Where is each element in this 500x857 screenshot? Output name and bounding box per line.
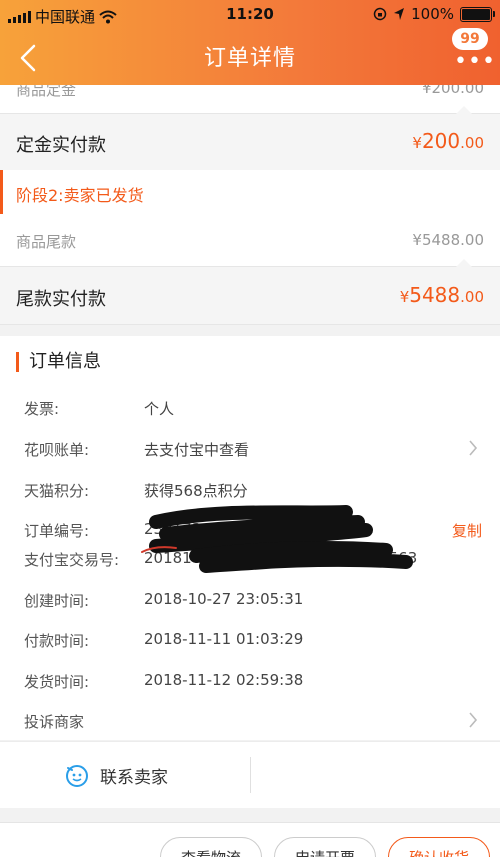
divider	[250, 757, 251, 793]
status-bar: 中国联通 11:20 100%	[0, 0, 500, 30]
confirm-receipt-button[interactable]: 确认收货	[388, 837, 490, 857]
notch-marker	[456, 259, 472, 267]
huabei-key: 花呗账单:	[24, 441, 90, 459]
info-row-created: 创建时间: 2018-10-27 23:05:31	[0, 580, 500, 620]
contact-seller-button[interactable]: 联系卖家	[64, 760, 168, 790]
apply-invoice-button[interactable]: 申请开票	[274, 837, 376, 857]
alipay-trade-key: 支付宝交易号:	[24, 551, 120, 569]
deposit-goods-row: 商品定金 ¥200.00	[0, 85, 500, 113]
message-badge[interactable]: 99	[452, 28, 488, 50]
status-right: 100%	[373, 5, 495, 23]
deposit-goods-label: 商品定金	[16, 85, 77, 99]
order-number-key: 订单编号:	[24, 522, 90, 540]
final-paid-row: 尾款实付款 ¥5488.00	[0, 259, 500, 325]
deposit-paid-dec: .00	[460, 134, 484, 152]
huabei-value: 去支付宝中查看	[144, 441, 250, 459]
final-paid-currency: ¥	[399, 288, 410, 306]
final-paid-dec: .00	[460, 288, 484, 306]
complain-key: 投诉商家	[24, 713, 85, 731]
created-value: 2018-10-27 23:05:31	[144, 590, 304, 608]
chat-face-icon	[66, 765, 88, 787]
paid-value: 2018-11-11 01:03:29	[144, 630, 304, 648]
paid-key: 付款时间:	[24, 632, 90, 650]
info-row-paid: 付款时间: 2018-11-11 01:03:29	[0, 620, 500, 660]
info-row-huabei[interactable]: 花呗账单: 去支付宝中查看	[0, 429, 500, 469]
shipped-value: 2018-11-12 02:59:38	[144, 671, 304, 689]
stage-2-header: 阶段2:卖家已发货	[0, 170, 500, 214]
created-key: 创建时间:	[24, 592, 90, 610]
deposit-paid-row: 定金实付款 ¥200.00	[0, 106, 500, 171]
page-title: 订单详情	[203, 46, 296, 71]
final-goods-label: 商品尾款	[16, 233, 77, 251]
points-key: 天猫积分:	[24, 482, 90, 500]
header: 中国联通 11:20 100% 订单详情 ••• 99	[0, 0, 500, 85]
info-row-points: 天猫积分: 获得568点积分	[0, 470, 500, 510]
invoice-key: 发票:	[24, 400, 60, 418]
contact-seller-label: 联系卖家	[100, 767, 168, 788]
final-goods-value: ¥5488.00	[412, 231, 484, 249]
order-info-card: 订单信息 发票: 个人 花呗账单: 去支付宝中查看 天猫积分: 获得568点积分…	[0, 336, 500, 740]
final-goods-row: 商品尾款 ¥5488.00	[0, 214, 500, 266]
final-paid-label: 尾款实付款	[16, 289, 106, 310]
alipay-trade-value: 2018102	[144, 549, 211, 567]
deposit-paid-currency: ¥	[412, 134, 422, 152]
deposit-paid-amount: ¥200.00	[412, 129, 484, 153]
nav-bar: 订单详情 ••• 99	[0, 28, 500, 85]
battery-icon	[460, 6, 495, 22]
deposit-paid-label: 定金实付款	[16, 135, 106, 156]
copy-button[interactable]: 复制	[452, 520, 482, 541]
deposit-paid-int: 200	[421, 129, 461, 153]
rotation-lock-icon	[373, 7, 387, 21]
shipped-key: 发货时间:	[24, 673, 90, 691]
order-number-value: 232173	[144, 520, 202, 538]
view-logistics-button[interactable]: 查看物流	[160, 837, 262, 857]
invoice-value: 个人	[144, 400, 175, 418]
points-value: 获得568点积分	[144, 482, 248, 500]
final-paid-int: 5488	[409, 283, 461, 307]
info-row-shipped: 发货时间: 2018-11-12 02:59:38	[0, 661, 500, 701]
alipay-trade-tail: 968563	[360, 549, 418, 567]
more-dots-icon: •••	[454, 49, 496, 74]
stage-2-label: 阶段2:卖家已发货	[16, 186, 144, 205]
battery-fill	[462, 8, 490, 20]
bottom-action-bar: 查看物流 申请开票 确认收货	[0, 822, 500, 857]
chevron-right-icon	[469, 440, 478, 456]
order-info-title: 订单信息	[16, 352, 101, 372]
battery-percent: 100%	[411, 5, 454, 23]
notch-marker	[456, 106, 472, 114]
info-row-complain[interactable]: 投诉商家	[0, 701, 500, 741]
chevron-right-icon	[469, 712, 478, 728]
info-row-alipay-trade: 支付宝交易号: 2018102 968563	[0, 539, 500, 579]
contact-section: 联系卖家	[0, 741, 500, 808]
deposit-goods-value: ¥200.00	[421, 85, 484, 97]
info-row-invoice: 发票: 个人	[0, 388, 500, 428]
location-icon	[394, 8, 405, 20]
final-paid-amount: ¥5488.00	[400, 283, 484, 307]
